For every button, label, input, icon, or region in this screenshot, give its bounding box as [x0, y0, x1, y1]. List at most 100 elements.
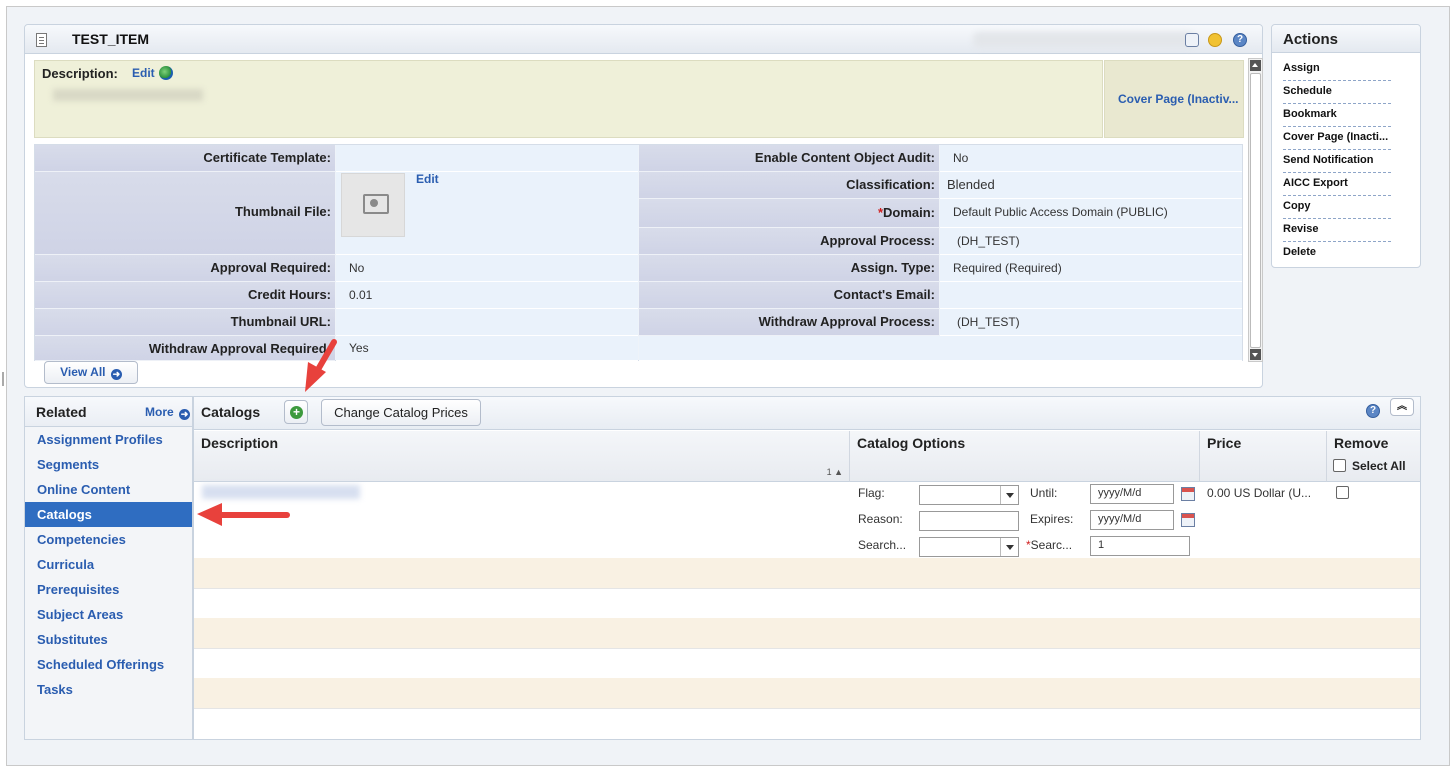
select-all-control[interactable]: Select All — [1333, 459, 1406, 473]
calendar-icon[interactable] — [1181, 513, 1195, 527]
scroll-down-icon[interactable] — [1250, 349, 1261, 360]
column-header-catalog-options: Catalog Options — [850, 431, 1200, 482]
more-label: More — [145, 405, 174, 419]
search2-label-group: *Searc... — [1026, 538, 1072, 552]
expires-date-input[interactable]: yyyy/M/d — [1090, 510, 1174, 530]
related-item-assignment-profiles[interactable]: Assignment Profiles — [25, 427, 192, 452]
description-edit-link[interactable]: Edit — [132, 66, 155, 80]
related-item-online-content[interactable]: Online Content — [25, 477, 192, 502]
thumbnail-edit-link[interactable]: Edit — [416, 172, 439, 186]
action-bookmark[interactable]: Bookmark — [1283, 104, 1391, 127]
action-schedule[interactable]: Schedule — [1283, 81, 1391, 104]
action-delete[interactable]: Delete — [1283, 242, 1391, 265]
catalogs-title: Catalogs — [201, 404, 261, 420]
reason-input[interactable] — [919, 511, 1019, 531]
document-icon — [36, 33, 47, 47]
detail-scrollbar[interactable] — [1248, 58, 1263, 362]
actions-panel: Actions Assign Schedule Bookmark Cover P… — [1271, 24, 1421, 268]
catalogs-panel: Catalogs + Change Catalog Prices ? ︽ Des… — [193, 396, 1421, 740]
related-item-curricula[interactable]: Curricula — [25, 552, 192, 577]
actions-title: Actions — [1272, 25, 1420, 53]
until-date-input[interactable]: yyyy/M/d — [1090, 484, 1174, 504]
calendar-icon[interactable] — [1181, 487, 1195, 501]
search2-label: Searc... — [1030, 538, 1073, 552]
chevron-down-icon — [1000, 538, 1018, 556]
withdraw-approval-required-label: Withdraw Approval Required: — [35, 336, 335, 361]
thumbnail-image — [341, 173, 405, 237]
approval-process-value: (DH_TEST) — [940, 228, 1242, 255]
scroll-up-icon[interactable] — [1250, 60, 1261, 71]
comment-icon[interactable] — [1208, 33, 1222, 47]
classification-value: Blended — [940, 172, 1242, 199]
expires-label: Expires: — [1030, 512, 1074, 526]
more-link[interactable]: More ➜ — [145, 405, 191, 420]
detail-header: TEST_ITEM ? — [25, 25, 1262, 54]
help-icon[interactable]: ? — [1366, 404, 1380, 418]
catalogs-header: Catalogs + Change Catalog Prices ? ︽ — [194, 397, 1420, 430]
action-aicc-export[interactable]: AICC Export — [1283, 173, 1391, 196]
content-audit-value: No — [940, 145, 1242, 172]
sort-indicator[interactable]: 1 ▲ — [827, 467, 843, 477]
related-item-scheduled-offerings[interactable]: Scheduled Offerings — [25, 652, 192, 677]
description-area: Description: Edit — [34, 60, 1103, 138]
classification-label: Classification: — [639, 172, 939, 199]
thumbnail-url-label: Thumbnail URL: — [35, 309, 335, 336]
redacted-description — [53, 89, 203, 101]
description-label: Description: — [42, 66, 118, 81]
related-title: Related — [36, 404, 87, 420]
price-value: 0.00 US Dollar (U... — [1207, 486, 1312, 500]
globe-icon[interactable] — [159, 66, 173, 80]
contacts-email-label: Contact's Email: — [639, 282, 939, 309]
view-all-button[interactable]: View All ➜ — [44, 361, 138, 384]
related-item-segments[interactable]: Segments — [25, 452, 192, 477]
item-detail-panel: TEST_ITEM ? Description: Edit Cover Page… — [24, 24, 1263, 388]
field-grid: Certificate Template: Thumbnail File: Ed… — [34, 144, 1243, 361]
flag-select[interactable] — [919, 485, 1019, 505]
related-item-prerequisites[interactable]: Prerequisites — [25, 577, 192, 602]
cover-page-box: Cover Page (Inactiv... — [1104, 60, 1244, 138]
plus-icon: + — [290, 406, 303, 419]
scroll-thumb[interactable] — [1250, 73, 1261, 348]
withdraw-approval-process-value: (DH_TEST) — [940, 309, 1242, 336]
add-catalog-button[interactable]: + — [284, 400, 308, 424]
approval-required-value: No — [336, 255, 638, 282]
arrow-right-icon: ➜ — [179, 409, 191, 420]
column-header-price[interactable]: Price — [1200, 431, 1327, 482]
item-title: TEST_ITEM — [72, 31, 150, 47]
remove-checkbox[interactable] — [1336, 486, 1349, 499]
related-item-subject-areas[interactable]: Subject Areas — [25, 602, 192, 627]
certificate-template-value — [336, 145, 638, 172]
table-row — [194, 648, 1420, 678]
help-icon[interactable]: ? — [1233, 33, 1247, 47]
search-select[interactable] — [919, 537, 1019, 557]
select-all-label: Select All — [1352, 459, 1406, 473]
table-row — [194, 558, 1420, 588]
column-header-description[interactable]: Description 1 ▲ — [194, 431, 850, 482]
action-assign[interactable]: Assign — [1283, 58, 1391, 81]
list-view-icon[interactable] — [1185, 33, 1199, 47]
select-all-checkbox[interactable] — [1333, 459, 1346, 472]
related-panel: Related More ➜ Assignment Profiles Segme… — [24, 396, 193, 740]
action-copy[interactable]: Copy — [1283, 196, 1391, 219]
cover-page-link[interactable]: Cover Page (Inactiv... — [1118, 92, 1239, 106]
reason-label: Reason: — [858, 512, 903, 526]
related-item-substitutes[interactable]: Substitutes — [25, 627, 192, 652]
action-cover-page[interactable]: Cover Page (Inacti... — [1283, 127, 1391, 150]
domain-label: Domain: — [883, 205, 935, 220]
action-send-notification[interactable]: Send Notification — [1283, 150, 1391, 173]
table-row — [194, 708, 1420, 739]
thumbnail-file-label: Thumbnail File: — [35, 172, 335, 255]
redacted-catalog-name — [202, 485, 360, 499]
table-row — [194, 618, 1420, 648]
related-item-tasks[interactable]: Tasks — [25, 677, 192, 702]
related-item-competencies[interactable]: Competencies — [25, 527, 192, 552]
change-catalog-prices-button[interactable]: Change Catalog Prices — [321, 399, 481, 426]
credit-hours-label: Credit Hours: — [35, 282, 335, 309]
related-item-catalogs[interactable]: Catalogs — [25, 502, 192, 527]
search2-input[interactable]: 1 — [1090, 536, 1190, 556]
collapse-icon[interactable]: ︽ — [1390, 398, 1414, 416]
action-revise[interactable]: Revise — [1283, 219, 1391, 242]
contacts-email-value — [940, 282, 1242, 309]
panel-splitter[interactable] — [2, 372, 4, 386]
column-header-remove: Remove Select All — [1327, 431, 1420, 482]
